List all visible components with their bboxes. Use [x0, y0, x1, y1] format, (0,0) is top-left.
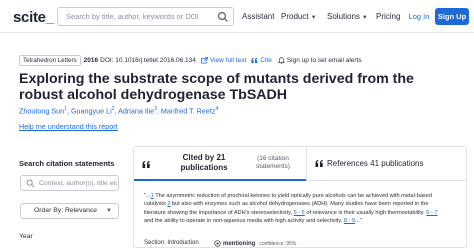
signup-button[interactable]: Sign Up: [435, 8, 469, 25]
citation-search-input[interactable]: Context, author(s), title etc: [20, 175, 119, 191]
article-title: Exploring the substrate scope of mutants…: [19, 71, 414, 103]
reference-link[interactable]: 8 - 9: [344, 218, 355, 224]
login-button[interactable]: Log In: [405, 8, 433, 25]
citation-snippet: "...1 The asymmetric reduction of prochi…: [144, 192, 444, 225]
journal-chip[interactable]: Tetrahedron Letters: [19, 54, 81, 66]
snippet-section: Section: Introduction: [144, 240, 199, 246]
chevron-down-icon: ▼: [310, 15, 317, 21]
citation-type-badge: mentioning confidence: 95%: [214, 240, 296, 247]
quote-icon: [315, 160, 323, 167]
chevron-down-icon: ▼: [106, 208, 112, 214]
author-list: Zhoutong Sun1, Guangyue Li2, Adriana Ili…: [19, 106, 218, 115]
scite-logo[interactable]: scite_: [13, 9, 54, 26]
nav-solutions[interactable]: Solutions ▼: [327, 12, 368, 21]
search-icon[interactable]: [217, 11, 229, 23]
mentioning-label: mentioning: [223, 240, 256, 247]
confidence-value: confidence: 95%: [259, 240, 297, 247]
author-affiliation-sup: 4: [215, 106, 219, 112]
quote-icon: [251, 57, 258, 63]
citation-tabs: Cited by 21 publications (16 citation st…: [134, 147, 466, 181]
nav-assistant-label: Assistant: [242, 12, 275, 21]
snippet-text: ...": [355, 217, 362, 224]
nav-pricing[interactable]: Pricing: [376, 12, 400, 21]
quote-icon: [142, 161, 150, 168]
references-count: References 41 publications: [327, 159, 424, 168]
year-filter-label[interactable]: Year: [19, 233, 33, 240]
logo-accent: _: [45, 9, 54, 26]
tab-references[interactable]: References 41 publications: [306, 147, 466, 181]
section-label: Section:: [144, 240, 166, 246]
author-link[interactable]: Zhoutong Sun: [19, 106, 64, 115]
citation-search-placeholder: Context, author(s), title etc: [39, 180, 117, 187]
author-link[interactable]: Adriana Ilie: [118, 106, 154, 115]
view-full-text-link[interactable]: View full text: [210, 57, 246, 64]
author-link[interactable]: Guangyue Li: [71, 106, 112, 115]
tab-cited-by[interactable]: Cited by 21 publications (16 citation st…: [134, 147, 306, 181]
search-icon: [26, 179, 35, 188]
search-placeholder: Search by title, author, keywords or DOI: [66, 12, 199, 21]
snippet-text: of relevance is their usually high therm…: [304, 209, 427, 216]
chevron-down-icon: ▼: [361, 15, 368, 21]
mentioning-icon: [214, 240, 221, 247]
email-alerts-link[interactable]: Sign up to set email alerts: [287, 57, 362, 64]
nav-product-label: Product: [281, 12, 309, 21]
snippet-text: "...: [144, 193, 151, 199]
citation-statements-count: (16 citation statements): [256, 155, 290, 170]
nav-product[interactable]: Product ▼: [281, 12, 317, 21]
nav-solutions-label: Solutions: [327, 12, 360, 21]
cited-by-count: Cited by 21 publications: [180, 153, 228, 172]
article-meta: Tetrahedron Letters 2016 DOI: 10.1016/j.…: [19, 54, 362, 66]
bell-icon: [277, 56, 285, 64]
nav-pricing-label: Pricing: [376, 12, 401, 21]
snippet-text: and the ability to operate in non-aqueou…: [144, 217, 344, 224]
cite-link[interactable]: Cite: [260, 57, 272, 64]
logo-text: scite: [13, 9, 46, 26]
pub-year: 2016: [83, 56, 99, 64]
order-by-select[interactable]: Order By: Relevance ▼: [20, 203, 119, 219]
global-search-input[interactable]: Search by title, author, keywords or DOI: [57, 7, 234, 26]
citation-results-panel: Cited by 21 publications (16 citation st…: [133, 146, 467, 248]
citation-search-heading: Search citation statements: [19, 159, 115, 168]
section-value: Introduction: [167, 240, 199, 246]
top-nav: scite_ Search by title, author, keywords…: [0, 0, 474, 33]
citation-filter-panel: Search citation statements Context, auth…: [13, 146, 120, 248]
reference-link[interactable]: 5 - 5: [294, 210, 305, 216]
external-link-icon: [200, 56, 208, 63]
author-link[interactable]: Manfred T. Reetz: [161, 106, 216, 115]
reference-link[interactable]: 6 - 7: [426, 210, 437, 216]
order-by-value: Order By: Relevance: [34, 207, 98, 214]
nav-assistant[interactable]: Assistant: [242, 12, 274, 21]
help-understand-link[interactable]: Help me understand this report: [19, 122, 118, 131]
doi-text: DOI: 10.1016/j.tetlet.2016.06.134: [100, 56, 196, 64]
